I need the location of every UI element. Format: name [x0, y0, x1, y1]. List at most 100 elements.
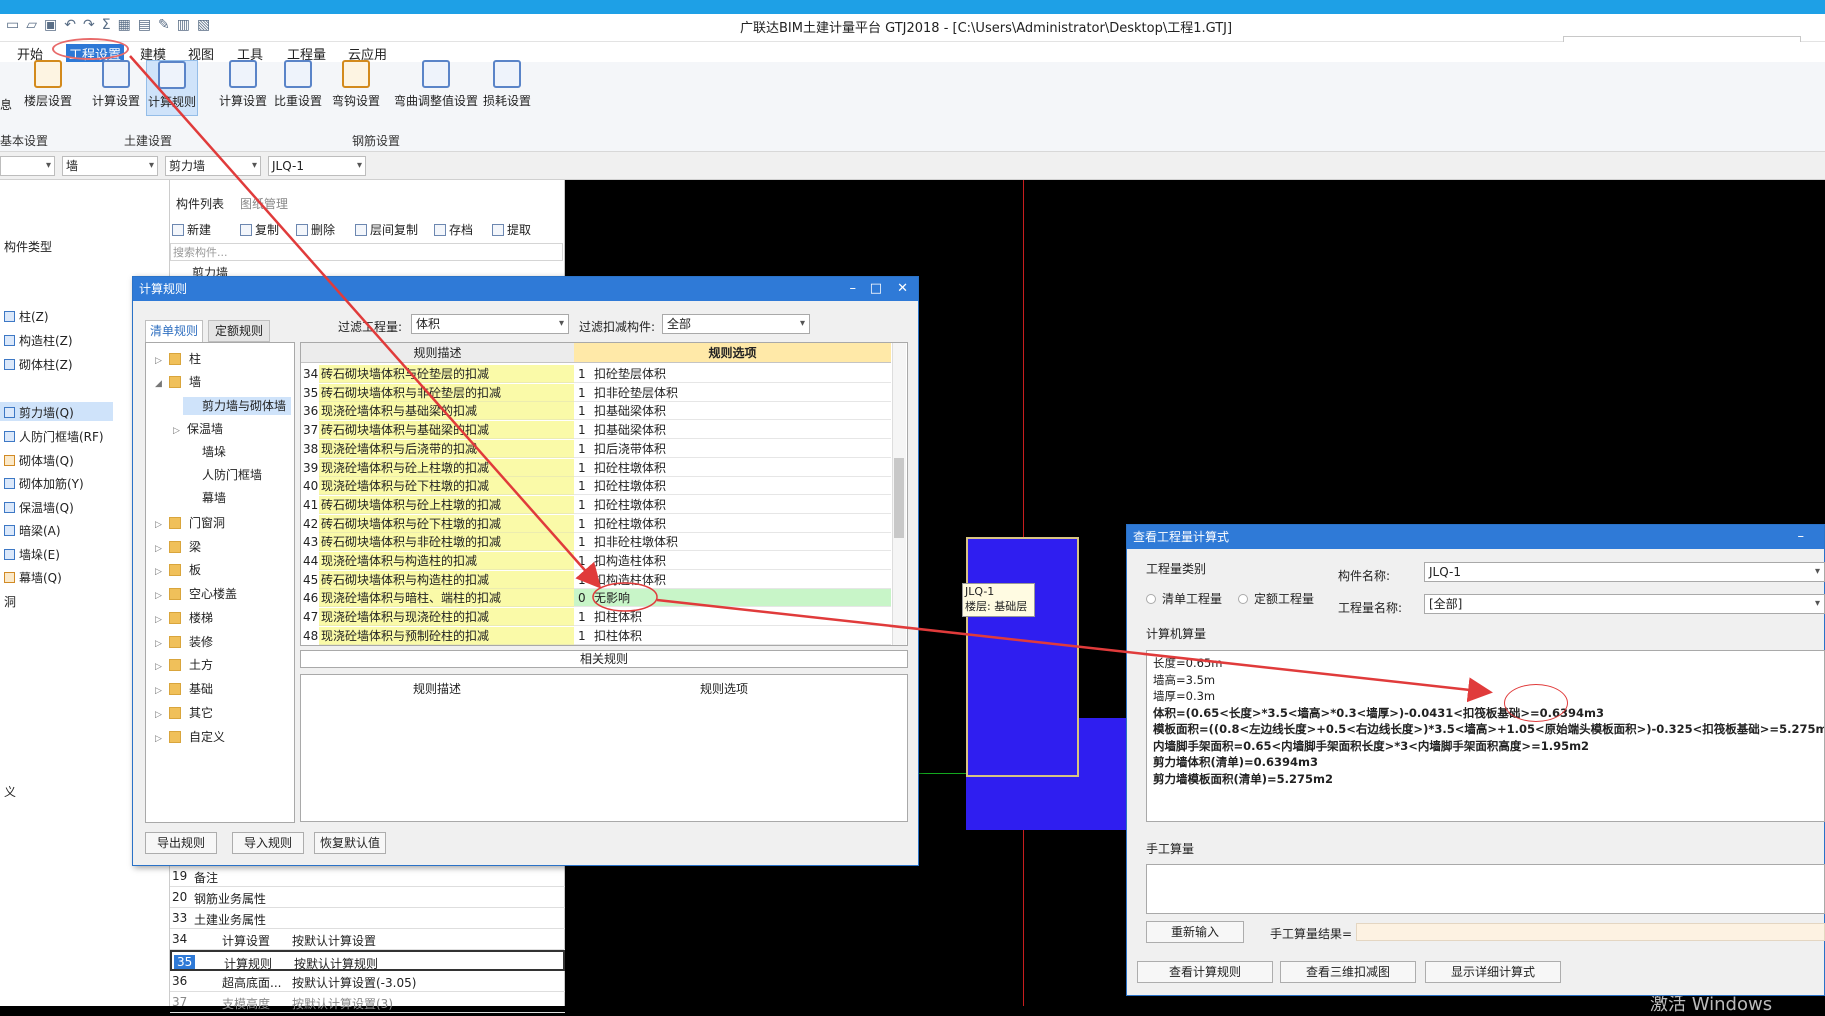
- component-combo[interactable]: JLQ-1: [268, 156, 366, 176]
- left-item-opening[interactable]: 洞: [4, 593, 16, 610]
- restore-defaults-button[interactable]: 恢复默认值: [314, 832, 386, 854]
- rule-row[interactable]: 40 现浇砼墙体积与砼下柱墩的扣减 1 扣砼柱墩体积: [301, 477, 891, 496]
- open-file-icon[interactable]: ▱: [26, 17, 37, 33]
- copy-component-button[interactable]: 复制: [240, 221, 279, 238]
- chart-icon[interactable]: ▤: [138, 17, 151, 33]
- civil-calc-settings-button[interactable]: 计算设置: [90, 60, 142, 116]
- left-item-custom[interactable]: 义: [4, 783, 16, 800]
- rules-tree-node[interactable]: ▷ 基础: [155, 680, 213, 697]
- rules-tree-node[interactable]: 剪力墙与砌体墙: [188, 397, 286, 414]
- loss-settings-button[interactable]: 损耗设置: [481, 60, 533, 116]
- rule-row[interactable]: 37 砖石砌块墙体积与基础梁的扣减 1 扣基础梁体积: [301, 421, 891, 440]
- maximize-icon[interactable]: □: [870, 277, 882, 301]
- radio-quota-quantity[interactable]: 定额工程量: [1238, 590, 1314, 607]
- redo-icon[interactable]: ↷: [83, 17, 95, 33]
- density-settings-button[interactable]: 比重设置: [272, 60, 324, 116]
- rules-tree-node[interactable]: ▷ 自定义: [155, 728, 225, 745]
- bend-adjust-settings-button[interactable]: 弯曲调整值设置: [390, 60, 482, 116]
- import-rules-button[interactable]: 导入规则: [232, 832, 304, 854]
- pencil-icon[interactable]: ✎: [158, 17, 170, 33]
- tab-drawing-management[interactable]: 图纸管理: [240, 195, 288, 212]
- calc-rules-button[interactable]: 计算规则: [146, 60, 198, 116]
- left-item-insulation-wall[interactable]: 保温墙(Q): [4, 499, 74, 516]
- rule-row[interactable]: 47 现浇砼墙体积与现浇砼柱的扣减 1 扣柱体积: [301, 608, 891, 627]
- radio-bill-quantity[interactable]: 清单工程量: [1146, 590, 1222, 607]
- property-row[interactable]: 36 超高底面... 按默认计算设置(-3.05): [170, 971, 565, 992]
- archive-button[interactable]: 存档: [434, 221, 473, 238]
- manual-result-field[interactable]: [1356, 923, 1825, 941]
- minimize-icon[interactable]: –: [850, 277, 857, 301]
- rule-row[interactable]: 34 砖石砌块墙体积与砼垫层的扣减 1 扣砼垫层体积: [301, 365, 891, 383]
- property-row[interactable]: 20 钢筋业务属性: [170, 887, 565, 908]
- property-row[interactable]: 19 备注: [170, 866, 565, 887]
- save-icon[interactable]: ▣: [44, 17, 57, 33]
- view-calc-rules-button[interactable]: 查看计算规则: [1137, 961, 1273, 983]
- tab-quota-rules[interactable]: 定额规则: [208, 320, 270, 342]
- rules-tree-node[interactable]: ▷ 柱: [155, 350, 201, 367]
- rule-row[interactable]: 48 现浇砼墙体积与预制砼柱的扣减 1 扣柱体积: [301, 626, 891, 645]
- rebar-calc-settings-button[interactable]: 计算设置: [217, 60, 269, 116]
- tab-component-list[interactable]: 构件列表: [176, 195, 224, 212]
- property-row[interactable]: 33 土建业务属性: [170, 908, 565, 929]
- shear-wall-jlq1[interactable]: [966, 537, 1079, 777]
- left-item-masonry-column[interactable]: 砌体柱(Z): [4, 356, 73, 373]
- reinput-button[interactable]: 重新输入: [1146, 921, 1244, 943]
- tab-bill-rules[interactable]: 清单规则: [145, 320, 203, 342]
- type-combo[interactable]: 剪力墙: [165, 156, 261, 176]
- rules-tree-node[interactable]: ▷ 楼梯: [155, 609, 213, 626]
- sum-icon[interactable]: Σ: [102, 17, 111, 33]
- delete-component-button[interactable]: 删除: [296, 221, 335, 238]
- floor-combo[interactable]: [0, 156, 55, 176]
- left-item-hidden-beam[interactable]: 暗梁(A): [4, 522, 61, 539]
- view-3d-deduction-button[interactable]: 查看三维扣减图: [1280, 961, 1416, 983]
- hook-settings-button[interactable]: 弯钩设置: [330, 60, 382, 116]
- rule-row[interactable]: 41 砖石砌块墙体积与砼上柱墩的扣减 1 扣砼柱墩体积: [301, 495, 891, 514]
- rules-tree-node[interactable]: ▷ 梁: [155, 538, 201, 555]
- left-item-wall-pier[interactable]: 墙垛(E): [4, 546, 60, 563]
- rule-row[interactable]: 43 砖石砌块墙体积与非砼柱墩的扣减 1 扣非砼柱墩体积: [301, 533, 891, 552]
- left-item-civil-defense-wall[interactable]: 人防门框墙(RF): [4, 428, 104, 445]
- rule-row[interactable]: 39 现浇砼墙体积与砼上柱墩的扣减 1 扣砼柱墩体积: [301, 458, 891, 477]
- property-row-selected[interactable]: 35 计算规则 按默认计算规则: [170, 950, 565, 971]
- filter-deduct-select[interactable]: 全部: [662, 314, 810, 334]
- minimize-icon[interactable]: –: [1798, 525, 1805, 549]
- rule-row[interactable]: 38 现浇砼墙体积与后浇带的扣减 1 扣后浇带体积: [301, 439, 891, 458]
- rules-tree-node[interactable]: ▷ 板: [155, 561, 201, 578]
- new-component-button[interactable]: 新建: [172, 221, 211, 238]
- left-item-masonry-reinforcement[interactable]: 砌体加筋(Y): [4, 475, 84, 492]
- left-item-curtain-wall[interactable]: 幕墙(Q): [4, 569, 62, 586]
- filter-quantity-select[interactable]: 体积: [411, 314, 569, 334]
- show-detailed-formula-button[interactable]: 显示详细计算式: [1425, 961, 1561, 983]
- new-file-icon[interactable]: ▭: [6, 17, 19, 33]
- component-search-input[interactable]: 搜索构件...: [170, 243, 563, 261]
- export-rules-button[interactable]: 导出规则: [145, 832, 217, 854]
- rules-tree-node[interactable]: ◢ 墙: [155, 373, 201, 390]
- property-row[interactable]: 34 计算设置 按默认计算设置: [170, 929, 565, 950]
- rules-tree-node[interactable]: ▷ 装修: [155, 633, 213, 650]
- rules-tree-node[interactable]: 墙垛: [188, 443, 226, 460]
- property-row[interactable]: 37 支模高度 按默认计算设置(3): [170, 992, 565, 1013]
- left-item-shear-wall[interactable]: 剪力墙(Q): [4, 404, 74, 421]
- floor-settings-button[interactable]: 楼层设置: [22, 60, 74, 116]
- rules-tree-node[interactable]: 幕墙: [188, 489, 226, 506]
- category-combo[interactable]: 墙: [62, 156, 158, 176]
- rules-tree-node[interactable]: ▷ 门窗洞: [155, 514, 225, 531]
- table-icon[interactable]: ▥: [177, 17, 190, 33]
- quantity-name-select[interactable]: [全部]: [1424, 594, 1825, 614]
- rule-row[interactable]: 44 现浇砼墙体积与构造柱的扣减 1 扣构造柱体积: [301, 552, 891, 570]
- manual-calc-input[interactable]: [1146, 864, 1825, 914]
- rule-row[interactable]: 35 砖石砌块墙体积与非砼垫层的扣减 1 扣非砼垫层体积: [301, 383, 891, 402]
- component-name-field[interactable]: JLQ-1: [1424, 562, 1825, 582]
- rules-tree-node[interactable]: ▷ 空心楼盖: [155, 585, 237, 602]
- rules-tree-node[interactable]: ▷ 保温墙: [173, 420, 223, 437]
- left-item-column[interactable]: 柱(Z): [4, 308, 49, 325]
- rules-tree-node[interactable]: ▷ 土方: [155, 656, 213, 673]
- close-icon[interactable]: ✕: [897, 277, 908, 301]
- grid-icon[interactable]: ▦: [118, 17, 131, 33]
- left-item-structural-column[interactable]: 构造柱(Z): [4, 332, 73, 349]
- export-icon[interactable]: ▧: [197, 17, 210, 33]
- rule-row[interactable]: 42 砖石砌块墙体积与砼下柱墩的扣减 1 扣砼柱墩体积: [301, 514, 891, 533]
- grid-scrollbar-thumb[interactable]: [894, 458, 904, 538]
- rule-row[interactable]: 46 现浇砼墙体积与暗柱、端柱的扣减 0 无影响: [301, 589, 891, 608]
- rule-row[interactable]: 45 砖石砌块墙体积与构造柱的扣减 1 扣构造柱体积: [301, 570, 891, 589]
